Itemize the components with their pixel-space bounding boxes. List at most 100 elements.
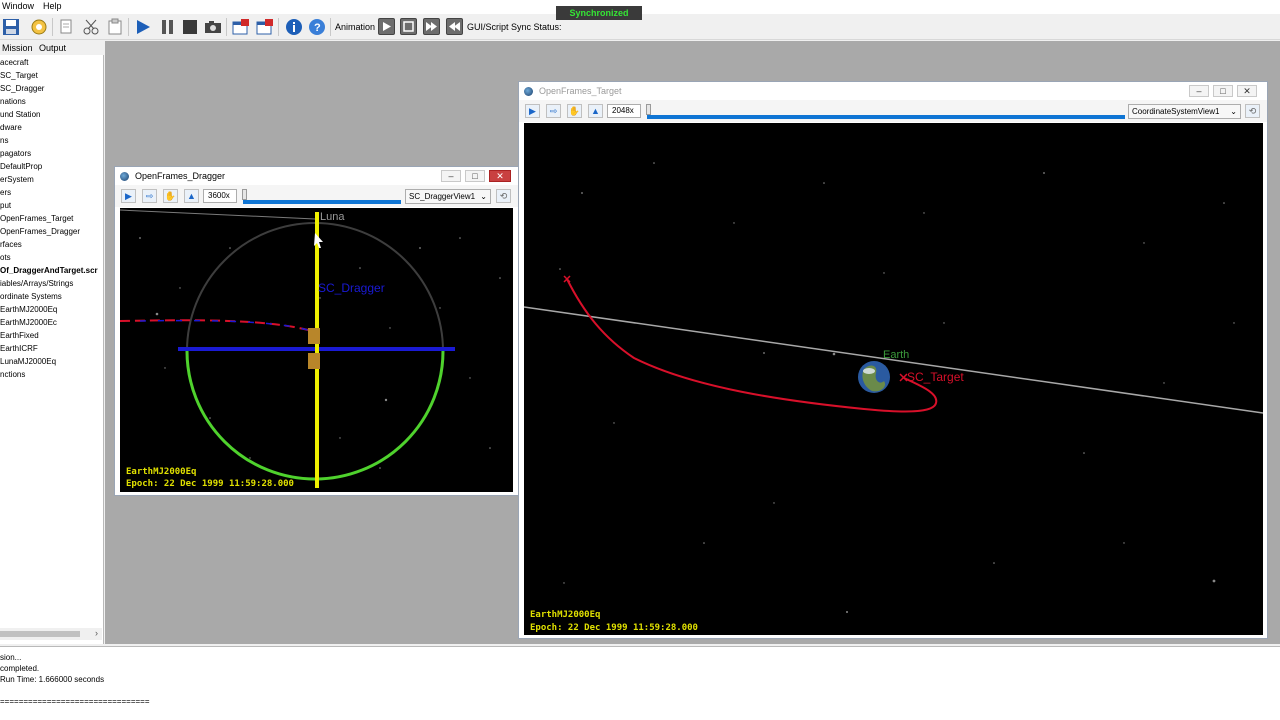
animation-stop-icon[interactable]: [400, 18, 417, 35]
epoch-overlay: Epoch: 22 Dec 1999 11:59:28.000: [530, 623, 698, 633]
window-app-icon: [524, 87, 533, 96]
tree-item[interactable]: ers: [0, 188, 102, 197]
dragger-3d-view[interactable]: Luna SC_Dragger EarthMJ2000Eq Epoch: 22 …: [120, 208, 513, 492]
window-app-icon: [120, 172, 129, 181]
tree-item[interactable]: pagators: [0, 149, 102, 158]
tree-item[interactable]: nations: [0, 97, 102, 106]
epoch-overlay: Epoch: 22 Dec 1999 11:59:28.000: [126, 479, 294, 489]
tree-item[interactable]: und Station: [0, 110, 102, 119]
time-slider-track[interactable]: [243, 200, 401, 204]
scroll-right-icon[interactable]: ›: [95, 628, 98, 638]
tree-item[interactable]: ordinate Systems: [0, 292, 102, 301]
close-all-icon[interactable]: [232, 18, 250, 36]
scrollbar-thumb[interactable]: [0, 631, 80, 637]
time-slider-track[interactable]: [647, 115, 1125, 119]
earth-label: Earth: [883, 349, 910, 361]
tree-item[interactable]: EarthICRF: [0, 344, 102, 353]
coord-system-overlay: EarthMJ2000Eq: [126, 467, 197, 477]
dragger-window[interactable]: OpenFrames_Dragger – □ ✕ ▶ ⇨ ✋ ▲ 3600x S…: [114, 166, 519, 496]
save-icon[interactable]: [2, 18, 20, 36]
time-slider-knob[interactable]: [646, 104, 651, 115]
tree-item[interactable]: SC_Dragger: [0, 84, 102, 93]
rotate-icon[interactable]: ▲: [588, 104, 603, 118]
speed-field[interactable]: 3600x: [203, 189, 237, 203]
animation-play-icon[interactable]: [378, 18, 395, 35]
time-slider-knob[interactable]: [242, 189, 247, 200]
camera-icon[interactable]: [204, 18, 222, 36]
menu-window[interactable]: Window: [2, 1, 34, 11]
animation-faster-icon[interactable]: [423, 18, 440, 35]
tree-item[interactable]: ns: [0, 136, 102, 145]
tree-item[interactable]: Of_DraggerAndTarget.scr: [0, 266, 102, 275]
paste-icon[interactable]: [106, 18, 124, 36]
info-icon[interactable]: [285, 18, 303, 36]
speed-field[interactable]: 2048x: [607, 104, 641, 118]
output-line: completed.: [0, 664, 40, 673]
horizontal-scrollbar[interactable]: ›: [0, 628, 102, 640]
tree-item[interactable]: DefaultProp: [0, 162, 102, 171]
reset-view-icon[interactable]: ⟲: [496, 189, 511, 203]
settings-icon[interactable]: [30, 18, 48, 36]
target-window-title: OpenFrames_Target: [539, 86, 622, 96]
rotate-icon[interactable]: ▲: [184, 189, 199, 203]
stop-icon[interactable]: [181, 18, 199, 36]
maximize-icon[interactable]: □: [465, 170, 485, 182]
target-window[interactable]: OpenFrames_Target – □ ✕ ▶ ⇨ ✋ ▲ 2048x Co…: [518, 81, 1268, 639]
svg-text:?: ?: [314, 22, 321, 34]
menu-help[interactable]: Help: [43, 1, 62, 11]
minimize-icon[interactable]: –: [441, 170, 461, 182]
tree-item[interactable]: SC_Target: [0, 71, 102, 80]
view-select[interactable]: SC_DraggerView1 ⌄: [405, 189, 491, 204]
help-icon[interactable]: ?: [308, 18, 326, 36]
run-icon[interactable]: [134, 18, 152, 36]
panel-tabs: Mission Output: [0, 41, 104, 55]
minimize-icon[interactable]: –: [1189, 85, 1209, 97]
loop-icon[interactable]: ⇨: [546, 104, 561, 118]
play-icon[interactable]: ▶: [525, 104, 540, 118]
loop-icon[interactable]: ⇨: [142, 189, 157, 203]
dragger-view-toolbar: ▶ ⇨ ✋ ▲ 3600x SC_DraggerView1 ⌄ ⟲: [115, 185, 518, 207]
pause-icon[interactable]: [158, 18, 176, 36]
tab-mission[interactable]: Mission: [2, 43, 33, 53]
tree-item[interactable]: acecraft: [0, 58, 102, 67]
target-titlebar[interactable]: OpenFrames_Target – □ ✕: [519, 82, 1267, 100]
pan-icon[interactable]: ✋: [567, 104, 582, 118]
output-line: sion...: [0, 653, 22, 662]
output-line: Run Time: 1.666000 seconds: [0, 675, 105, 684]
reset-view-icon[interactable]: ⟲: [1245, 104, 1260, 118]
play-icon[interactable]: ▶: [121, 189, 136, 203]
sync-status-label: GUI/Script Sync Status:: [467, 22, 562, 32]
tree-item[interactable]: put: [0, 201, 102, 210]
view-select[interactable]: CoordinateSystemView1 ⌄: [1128, 104, 1241, 119]
close-icon[interactable]: ✕: [489, 170, 511, 182]
target-view-toolbar: ▶ ⇨ ✋ ▲ 2048x CoordinateSystemView1 ⌄ ⟲: [519, 100, 1267, 122]
tree-item[interactable]: EarthMJ2000Ec: [0, 318, 102, 327]
tree-item[interactable]: EarthMJ2000Eq: [0, 305, 102, 314]
sc-target-label: SC_Target: [907, 370, 964, 384]
pan-icon[interactable]: ✋: [163, 189, 178, 203]
tree-item[interactable]: dware: [0, 123, 102, 132]
copy-icon[interactable]: [58, 18, 76, 36]
tree-item[interactable]: nctions: [0, 370, 102, 379]
animation-slower-icon[interactable]: [446, 18, 463, 35]
close-icon[interactable]: ✕: [1237, 85, 1257, 97]
sync-status-badge: Synchronized: [556, 6, 642, 20]
tree-item[interactable]: LunaMJ2000Eq: [0, 357, 102, 366]
dragger-titlebar[interactable]: OpenFrames_Dragger – □ ✕: [115, 167, 518, 185]
tree-item[interactable]: EarthFixed: [0, 331, 102, 340]
tree-item[interactable]: iables/Arrays/Strings: [0, 279, 102, 288]
tree-item[interactable]: OpenFrames_Target: [0, 214, 102, 223]
tree-item[interactable]: OpenFrames_Dragger: [0, 227, 102, 236]
sc-dragger-label: SC_Dragger: [318, 281, 385, 295]
tab-output[interactable]: Output: [39, 43, 66, 53]
output-line: ================================: [0, 697, 150, 706]
close-plots-icon[interactable]: [256, 18, 274, 36]
maximize-icon[interactable]: □: [1213, 85, 1233, 97]
tree-item[interactable]: rfaces: [0, 240, 102, 249]
cut-icon[interactable]: [82, 18, 100, 36]
animation-label: Animation: [335, 22, 376, 32]
tree-item[interactable]: erSystem: [0, 175, 102, 184]
tree-item[interactable]: ots: [0, 253, 102, 262]
view-select-value: SC_DraggerView1: [409, 192, 476, 201]
target-3d-view[interactable]: Earth SC_Target EarthMJ2000Eq Epoch: 22 …: [524, 123, 1263, 635]
